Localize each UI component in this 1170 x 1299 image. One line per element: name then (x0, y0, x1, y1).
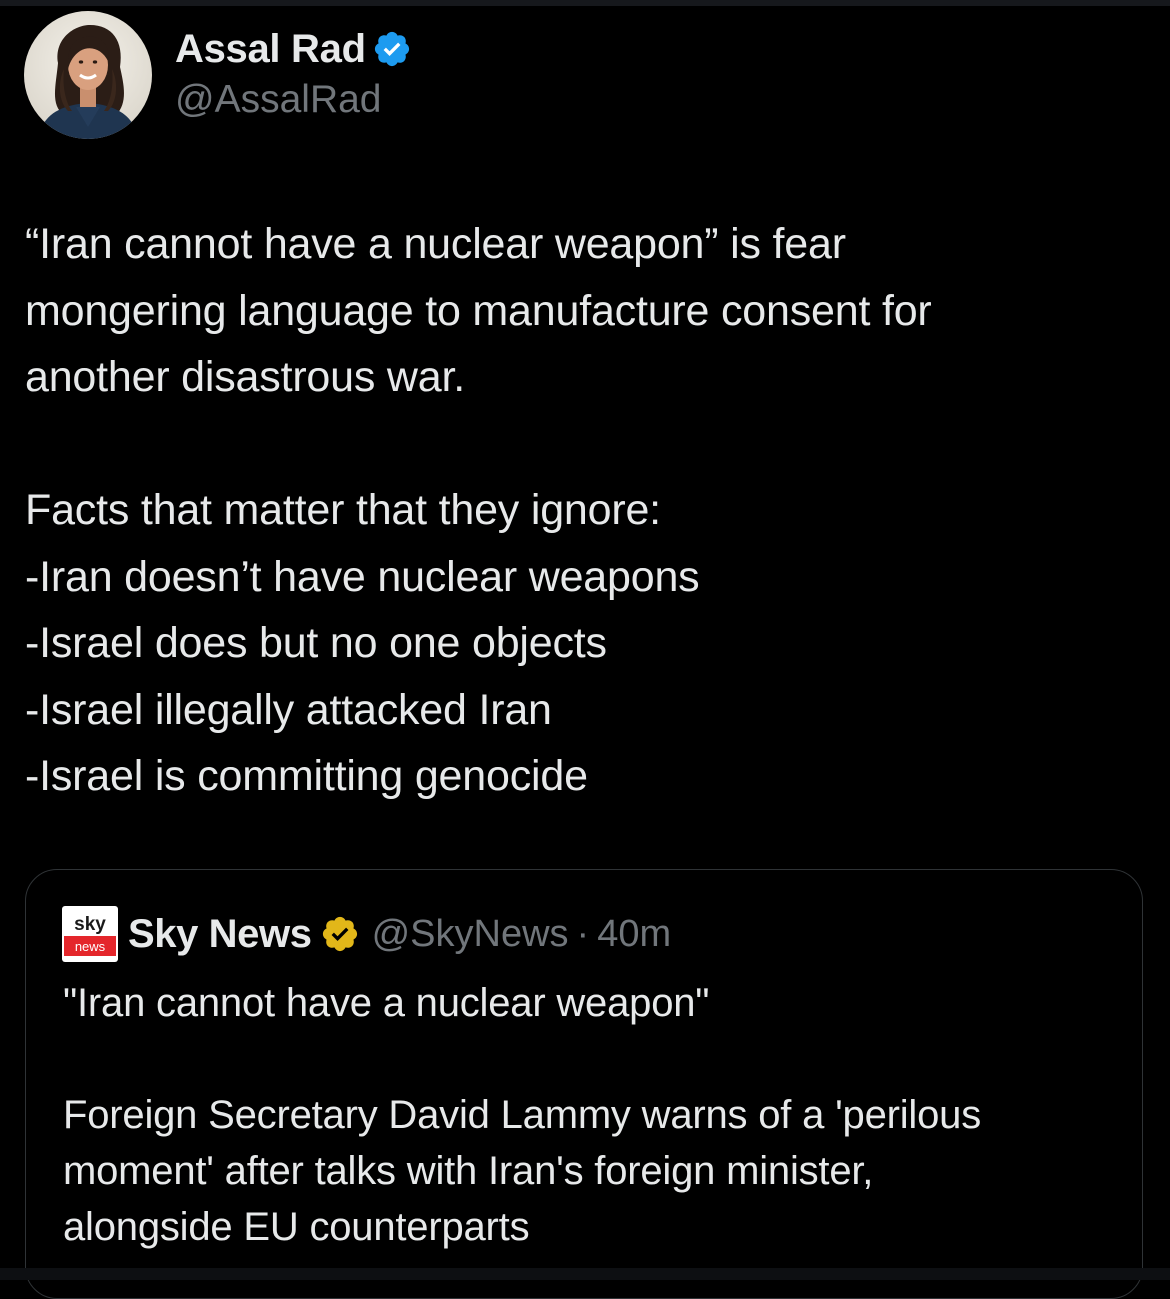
sky-news-logo-icon[interactable]: sky news (62, 906, 118, 962)
blue-verified-check-icon[interactable] (372, 29, 412, 69)
tweet-line: Facts that matter that they ignore: (25, 486, 661, 534)
tweet-line: “Iran cannot have a nuclear weapon” is f… (25, 220, 846, 268)
tweet-line: -Iran doesn’t have nuclear weapons (25, 552, 700, 601)
quoted-line: "Iran cannot have a nuclear weapon" (63, 981, 710, 1025)
quoted-tweet-timestamp[interactable]: 40m (597, 913, 671, 956)
sky-logo-bottom-text: news (75, 939, 106, 954)
quoted-line: Foreign Secretary David Lammy warns of a… (63, 1093, 982, 1137)
sky-logo-top-text: sky (74, 914, 106, 935)
tweet-line: another disastrous war. (25, 353, 465, 401)
tweet-paragraph-gap (25, 411, 1145, 478)
quoted-paragraph-gap (63, 1031, 1123, 1087)
gold-verified-badge-icon[interactable] (320, 914, 360, 954)
quoted-line: moment' after talks with Iran's foreign … (63, 1149, 874, 1193)
tweet-line: -Israel does but no one objects (25, 619, 607, 667)
tweet-line: -Israel illegally attacked Iran (25, 685, 552, 734)
author-avatar[interactable] (24, 11, 152, 139)
tweet-line: mongering language to manufacture consen… (25, 286, 932, 335)
author-name[interactable]: Assal Rad (175, 27, 366, 72)
quoted-tweet-header[interactable]: sky news Sky News @SkyNews · 40m (62, 904, 671, 964)
quoted-author-name[interactable]: Sky News (128, 912, 312, 957)
author-handle[interactable]: @AssalRad (175, 78, 382, 122)
profile-photo-icon (24, 11, 152, 139)
author-name-row[interactable]: Assal Rad (175, 24, 412, 74)
quoted-line: alongside EU counterparts (63, 1205, 530, 1249)
separator-dot: · (576, 912, 590, 955)
top-edge (0, 0, 1170, 6)
bottom-edge (0, 1268, 1170, 1280)
quoted-tweet-text: "Iran cannot have a nuclear weapon" Fore… (63, 975, 1123, 1255)
tweet-text: “Iran cannot have a nuclear weapon” is f… (25, 211, 1145, 810)
quoted-author-handle[interactable]: @SkyNews (372, 913, 569, 956)
tweet-line: -Israel is committing genocide (25, 752, 588, 800)
